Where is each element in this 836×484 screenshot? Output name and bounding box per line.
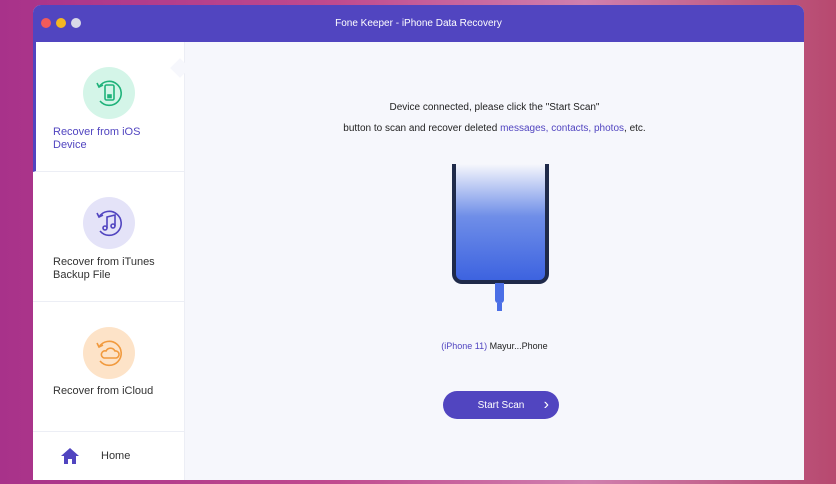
minimize-button[interactable] <box>56 18 66 28</box>
device-label: (iPhone 11) Mayur...Phone <box>185 341 804 351</box>
sidebar-item-label: Recover from iCloud <box>53 385 154 397</box>
zoom-button[interactable] <box>71 18 81 28</box>
sidebar-item-itunes-backup[interactable]: Recover from iTunes Backup File <box>33 172 184 302</box>
window-title: Fone Keeper - iPhone Data Recovery <box>335 18 502 29</box>
instruction-line-1: Device connected, please click the "Star… <box>389 102 600 113</box>
device-name: Mayur...Phone <box>487 341 548 351</box>
sidebar-item-label: Recover from iOS Device <box>53 126 141 151</box>
title-bar: Fone Keeper - iPhone Data Recovery <box>33 5 804 42</box>
phone-illustration <box>452 164 549 284</box>
start-scan-button[interactable]: Start Scan › <box>443 391 559 419</box>
chevron-right-icon: › <box>543 396 549 413</box>
device-model: (iPhone 11) <box>441 341 488 351</box>
instruction-line-2: button to scan and recover deleted messa… <box>185 123 804 134</box>
sidebar-item-icloud[interactable]: Recover from iCloud <box>33 302 184 432</box>
data-types-link: messages, contacts, photos <box>500 123 625 134</box>
cloud-restore-icon <box>83 327 135 379</box>
home-label: Home <box>101 450 131 462</box>
app-window: Fone Keeper - iPhone Data Recovery Recov… <box>33 5 804 480</box>
close-button[interactable] <box>41 18 51 28</box>
instruction-suffix: , etc. <box>624 123 646 134</box>
cable-illustration <box>495 283 504 311</box>
home-button[interactable]: Home <box>33 432 184 480</box>
home-icon <box>61 448 79 464</box>
sidebar-item-ios-device[interactable]: Recover from iOS Device <box>33 42 184 172</box>
main-panel: Device connected, please click the "Star… <box>185 42 804 480</box>
music-restore-icon <box>83 197 135 249</box>
phone-restore-icon <box>83 67 135 119</box>
sidebar: Recover from iOS Device Recover from iTu… <box>33 42 185 480</box>
start-scan-label: Start Scan <box>477 399 525 411</box>
sidebar-item-label: Recover from iTunes Backup File <box>53 256 155 281</box>
instruction-text: button to scan and recover deleted <box>343 123 501 134</box>
